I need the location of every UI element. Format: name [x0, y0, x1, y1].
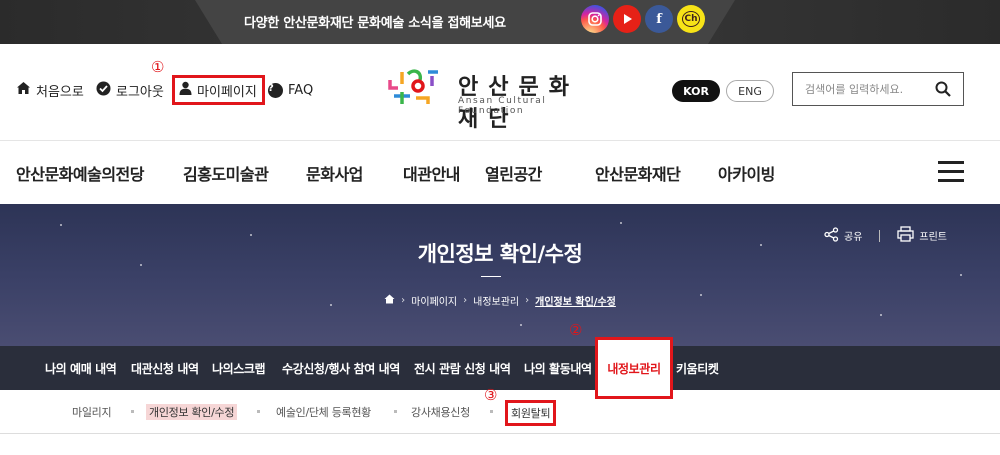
subnav-reservations[interactable]: 나의 예매 내역 [45, 360, 117, 377]
subnav-scrap[interactable]: 나의스크랩 [212, 360, 266, 377]
title-underline [481, 276, 501, 277]
breadcrumb-separator-icon: › [401, 295, 406, 306]
gnb-rental-info[interactable]: 대관안내 [403, 161, 460, 185]
subnav-rental-requests[interactable]: 대관신청 내역 [131, 360, 199, 377]
top-banner: 다양한 안산문화재단 문화예술 소식을 접해보세요 f Ch [0, 0, 1000, 44]
mypage-subnav: 나의 예매 내역 대관신청 내역 나의스크랩 수강신청/행사 참여 내역 전시 … [0, 346, 1000, 390]
banner-message: 다양한 안산문화재단 문화예술 소식을 접해보세요 [244, 16, 506, 31]
subnav-activities[interactable]: 나의 활동내역 [524, 360, 592, 377]
faq-label: FAQ [288, 82, 314, 98]
subnav-class-events[interactable]: 수강신청/행사 참여 내역 [282, 360, 400, 377]
subnav-exhibitions[interactable]: 전시 관람 신청 내역 [414, 360, 511, 377]
facebook-icon[interactable]: f [645, 5, 673, 33]
mypage-link[interactable]: 마이페이지 [172, 75, 265, 105]
annotation-3: ③ [484, 386, 498, 404]
share-label[interactable]: 공유 [844, 228, 862, 243]
logo-english-name: Ansan Cultural Foundation [458, 96, 547, 116]
subnav-kiwoom-ticket[interactable]: 키움티켓 [676, 360, 719, 377]
subnav-myinfo-active[interactable]: 내정보관리 [595, 337, 673, 399]
mypage-label: 마이페이지 [197, 84, 257, 100]
instagram-icon[interactable] [581, 5, 609, 33]
youtube-icon[interactable] [613, 5, 641, 33]
home-icon [16, 81, 31, 99]
lang-kor-button[interactable]: KOR [672, 80, 720, 102]
foundation-logo[interactable]: 안산문화재단 Ansan Cultural Foundation [388, 66, 598, 132]
tab-withdraw[interactable]: 회원탈퇴 [505, 400, 557, 426]
question-icon: ? [268, 82, 283, 98]
gnb-culture-projects[interactable]: 문화사업 [306, 161, 363, 185]
page-hero: 개인정보 확인/수정 › 마이페이지 › 내정보관리 › 개인정보 확인/수정 … [0, 204, 1000, 346]
breadcrumb-separator-icon: › [463, 295, 468, 306]
share-print-tools: 공유 프린트 [824, 226, 947, 245]
kakao-channel-icon[interactable]: Ch [677, 5, 705, 33]
gnb-danwon-museum[interactable]: 김홍도미술관 [183, 161, 269, 185]
print-icon[interactable] [897, 226, 915, 245]
breadcrumb-separator-icon: › [525, 295, 530, 306]
search-icon[interactable] [935, 81, 951, 101]
logo-mark-icon [388, 69, 438, 104]
facebook-glyph: f [656, 11, 662, 27]
main-navigation: 안산문화예술의전당 김홍도미술관 문화사업 대관안내 열린공간 안산문화재단 아… [0, 140, 1000, 204]
check-circle-icon [96, 81, 111, 100]
gnb-foundation[interactable]: 안산문화재단 [595, 161, 681, 185]
tab-separator [257, 410, 260, 413]
breadcrumb-myinfo[interactable]: 내정보관리 [473, 293, 519, 308]
tab-instructor-apply[interactable]: 강사채용신청 [411, 404, 470, 420]
breadcrumb-mypage[interactable]: 마이페이지 [411, 293, 457, 308]
breadcrumb: › 마이페이지 › 내정보관리 › 개인정보 확인/수정 [0, 293, 1000, 308]
tab-artist-registration[interactable]: 예술인/단체 등록현황 [276, 404, 371, 420]
myinfo-tabs: 마일리지 개인정보 확인/수정 예술인/단체 등록현황 강사채용신청 회원탈퇴 [0, 392, 1000, 434]
lang-eng-button[interactable]: ENG [726, 80, 774, 102]
tab-separator [490, 410, 493, 413]
annotation-2: ② [569, 321, 583, 339]
tab-separator [131, 410, 134, 413]
kakao-glyph: Ch [682, 11, 700, 27]
faq-link[interactable]: ? FAQ [268, 78, 313, 102]
print-label[interactable]: 프린트 [919, 228, 947, 243]
home-link[interactable]: 처음으로 [16, 78, 84, 102]
tab-mileage[interactable]: 마일리지 [72, 404, 112, 420]
user-icon [179, 81, 192, 99]
tab-profile-edit[interactable]: 개인정보 확인/수정 [146, 404, 238, 420]
share-icon[interactable] [824, 226, 839, 245]
tab-separator [394, 410, 397, 413]
search-box [792, 72, 964, 106]
breadcrumb-current: 개인정보 확인/수정 [535, 297, 616, 308]
gnb-archiving[interactable]: 아카이빙 [718, 161, 775, 185]
annotation-1: ① [151, 58, 165, 76]
search-input[interactable] [805, 82, 933, 96]
logout-label: 로그아웃 [116, 84, 164, 100]
home-label: 처음으로 [36, 84, 84, 100]
breadcrumb-home-icon[interactable] [384, 294, 395, 307]
tool-divider [879, 229, 881, 242]
gnb-arts-center[interactable]: 안산문화예술의전당 [16, 161, 144, 185]
logout-link[interactable]: 로그아웃 [96, 78, 164, 102]
gnb-open-space[interactable]: 열린공간 [485, 161, 542, 185]
menu-hamburger-icon[interactable] [938, 161, 964, 183]
